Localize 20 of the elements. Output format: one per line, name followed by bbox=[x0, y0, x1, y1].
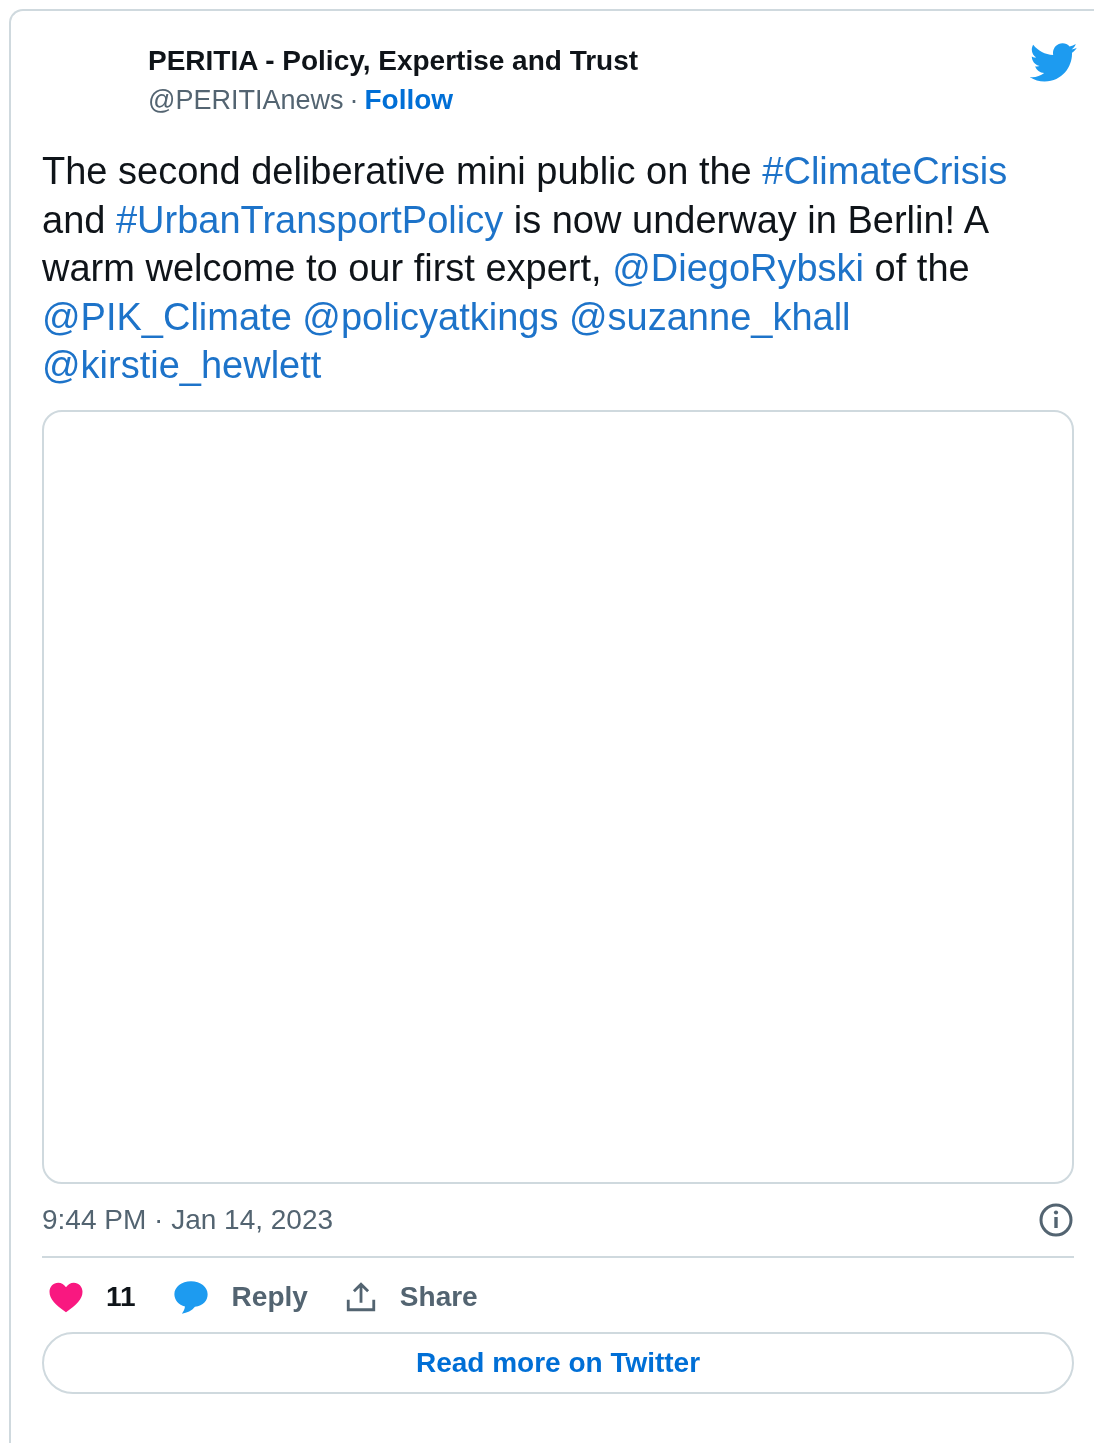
timestamp: 9:44 PM · Jan 14, 2023 bbox=[42, 1203, 334, 1236]
action-label[interactable]: 11 bbox=[106, 1280, 136, 1313]
heart-icon[interactable] bbox=[48, 1280, 84, 1313]
follow-link[interactable]: Follow bbox=[364, 81, 454, 119]
tweet-link[interactable]: #UrbanTransportPolicy bbox=[115, 198, 504, 241]
separator: · bbox=[349, 84, 359, 117]
bird-icon[interactable] bbox=[1030, 43, 1078, 83]
read-more-button[interactable]: Read more on Twitter bbox=[42, 1331, 1074, 1394]
action-label[interactable]: Share bbox=[399, 1280, 478, 1313]
info-icon[interactable] bbox=[1038, 1201, 1074, 1238]
tweet-link[interactable]: @policyatkings bbox=[302, 295, 559, 338]
tweet-link[interactable]: @DiegoRybski bbox=[612, 247, 865, 289]
author-handle: @PERITIAnews bbox=[148, 84, 344, 117]
tweet-link[interactable]: @suzanne_khall bbox=[569, 295, 851, 338]
tweet-link[interactable]: @PIK_Climate bbox=[42, 295, 292, 338]
tweet-link[interactable]: #ClimateCrisis bbox=[762, 150, 1008, 192]
tweet-text: The second deliberative mini public on the #ClimateCrisis and #UrbanTransportPolicy is now underway in Berlin! A warm welcome to our first expert, @DiegoRybski of the @PIK_Climate @policyatkings @suzanne_khall @kirstie_hewlett bbox=[42, 149, 1009, 388]
tweet-link[interactable]: @kirstie_hewlett bbox=[42, 344, 322, 386]
action-label[interactable]: Reply bbox=[231, 1280, 308, 1313]
author-name: PERITIA - Policy, Expertise and Trust bbox=[148, 44, 639, 78]
